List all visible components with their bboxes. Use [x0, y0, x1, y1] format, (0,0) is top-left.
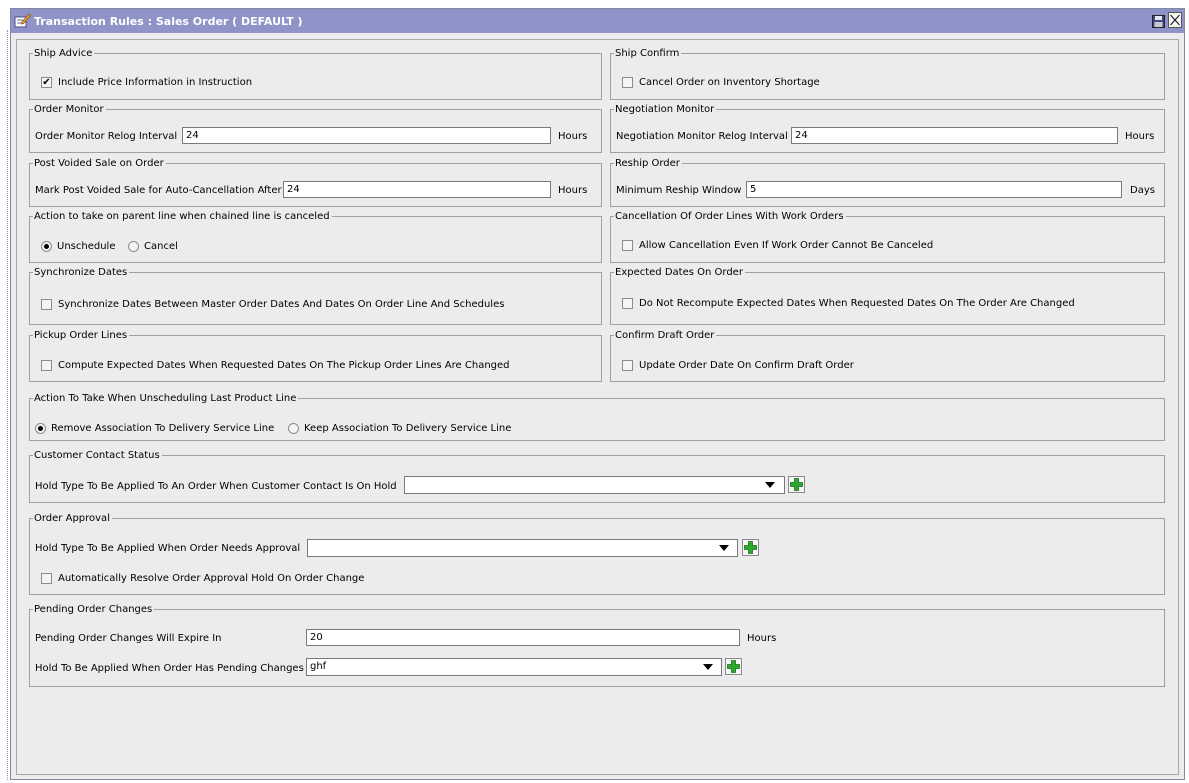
pickup-lines-group: Pickup Order Lines Compute Expected Date… — [29, 329, 602, 382]
allow-cancellation-label: Allow Cancellation Even If Work Order Ca… — [639, 240, 934, 251]
pending-expire-label: Pending Order Changes Will Expire In — [35, 633, 222, 644]
pending-expire-unit: Hours — [747, 633, 777, 644]
ship-confirm-group: Ship Confirm Cancel Order on Inventory S… — [610, 47, 1165, 100]
order-monitor-relog-field[interactable]: 24 — [182, 127, 551, 144]
customer-contact-hold-select[interactable] — [404, 476, 785, 494]
negotiation-monitor-relog-field[interactable]: 24 — [791, 127, 1118, 144]
include-price-label: Include Price Information in Instruction — [58, 77, 253, 88]
include-price-checkbox[interactable]: ✔ — [41, 77, 52, 88]
expected-dates-title: Expected Dates On Order — [614, 266, 745, 279]
cancel-shortage-checkbox[interactable] — [622, 77, 633, 88]
order-approval-title: Order Approval — [33, 512, 112, 525]
reship-window-label: Minimum Reship Window — [616, 185, 742, 196]
remove-association-label: Remove Association To Delivery Service L… — [51, 423, 275, 434]
synchronize-dates-checkbox[interactable] — [41, 299, 52, 310]
order-approval-chevron-down-icon[interactable] — [719, 545, 729, 551]
order-approval-group: Order Approval Hold Type To Be Applied W… — [29, 512, 1165, 595]
unscheduling-last-line-title: Action To Take When Unscheduling Last Pr… — [33, 392, 299, 405]
pending-hold-label: Hold To Be Applied When Order Has Pendin… — [35, 663, 304, 674]
order-monitor-title: Order Monitor — [33, 103, 106, 116]
no-recompute-checkbox[interactable] — [622, 298, 633, 309]
cancellation-work-orders-group: Cancellation Of Order Lines With Work Or… — [610, 210, 1165, 263]
ship-advice-group: Ship Advice ✔ Include Price Information … — [29, 47, 602, 100]
order-approval-add-icon[interactable] — [742, 539, 759, 556]
reship-window-field[interactable]: 5 — [746, 181, 1122, 198]
left-dotted-border — [7, 30, 8, 780]
confirm-draft-group: Confirm Draft Order Update Order Date On… — [610, 329, 1165, 382]
update-order-date-label: Update Order Date On Confirm Draft Order — [639, 360, 854, 371]
negotiation-monitor-relog-label: Negotiation Monitor Relog Interval — [616, 131, 788, 142]
auto-resolve-checkbox[interactable] — [41, 573, 52, 584]
customer-contact-group: Customer Contact Status Hold Type To Be … — [29, 449, 1165, 503]
cancellation-work-orders-title: Cancellation Of Order Lines With Work Or… — [614, 210, 846, 223]
pending-hold-select[interactable]: ghf — [306, 658, 722, 676]
negotiation-monitor-unit: Hours — [1125, 131, 1155, 142]
post-voided-mark-field[interactable]: 24 — [283, 181, 551, 198]
reship-order-group: Reship Order Minimum Reship Window 5 Day… — [610, 157, 1165, 207]
transaction-rules-window: Transaction Rules : Sales Order ( DEFAUL… — [10, 8, 1185, 780]
window-title-bar: Transaction Rules : Sales Order ( DEFAUL… — [11, 9, 1184, 33]
order-monitor-group: Order Monitor Order Monitor Relog Interv… — [29, 103, 602, 153]
expected-dates-group: Expected Dates On Order Do Not Recompute… — [610, 266, 1165, 325]
unscheduling-last-line-group: Action To Take When Unscheduling Last Pr… — [29, 392, 1165, 441]
pickup-lines-title: Pickup Order Lines — [33, 329, 130, 342]
customer-contact-title: Customer Contact Status — [33, 449, 162, 462]
pending-expire-field[interactable]: 20 — [306, 629, 740, 646]
post-voided-mark-label: Mark Post Voided Sale for Auto-Cancellat… — [35, 185, 282, 196]
pending-hold-add-icon[interactable] — [725, 658, 742, 675]
order-approval-hold-label: Hold Type To Be Applied When Order Needs… — [35, 543, 301, 554]
post-voided-title: Post Voided Sale on Order — [33, 157, 166, 170]
no-recompute-label: Do Not Recompute Expected Dates When Req… — [639, 298, 1075, 309]
order-approval-hold-select[interactable] — [307, 539, 738, 557]
ship-confirm-title: Ship Confirm — [614, 47, 682, 60]
allow-cancellation-checkbox[interactable] — [622, 240, 633, 251]
synchronize-dates-group: Synchronize Dates Synchronize Dates Betw… — [29, 266, 602, 325]
edit-document-icon — [14, 13, 32, 31]
post-voided-group: Post Voided Sale on Order Mark Post Void… — [29, 157, 602, 207]
auto-resolve-label: Automatically Resolve Order Approval Hol… — [58, 573, 365, 584]
rules-content-panel: Ship Advice ✔ Include Price Information … — [16, 39, 1179, 775]
window-title: Transaction Rules : Sales Order ( DEFAUL… — [34, 15, 303, 28]
pickup-compute-checkbox[interactable] — [41, 360, 52, 371]
cancel-radio[interactable] — [128, 241, 139, 252]
reship-order-title: Reship Order — [614, 157, 682, 170]
pending-changes-title: Pending Order Changes — [33, 603, 155, 616]
ship-advice-title: Ship Advice — [33, 47, 95, 60]
pending-changes-group: Pending Order Changes Pending Order Chan… — [29, 603, 1165, 687]
keep-association-label: Keep Association To Delivery Service Lin… — [304, 423, 512, 434]
keep-association-radio[interactable] — [288, 423, 299, 434]
customer-contact-chevron-down-icon[interactable] — [765, 482, 775, 488]
pickup-compute-label: Compute Expected Dates When Requested Da… — [58, 360, 510, 371]
order-monitor-relog-label: Order Monitor Relog Interval — [35, 131, 178, 142]
post-voided-unit: Hours — [558, 185, 588, 196]
confirm-draft-title: Confirm Draft Order — [614, 329, 717, 342]
remove-association-radio[interactable] — [35, 423, 46, 434]
cancel-shortage-label: Cancel Order on Inventory Shortage — [639, 77, 820, 88]
customer-contact-add-icon[interactable] — [788, 476, 805, 493]
update-order-date-checkbox[interactable] — [622, 360, 633, 371]
reship-window-unit: Days — [1130, 185, 1155, 196]
negotiation-monitor-group: Negotiation Monitor Negotiation Monitor … — [610, 103, 1165, 153]
parent-line-action-group: Action to take on parent line when chain… — [29, 210, 602, 263]
synchronize-dates-label: Synchronize Dates Between Master Order D… — [58, 299, 505, 310]
parent-line-action-title: Action to take on parent line when chain… — [33, 210, 332, 223]
cancel-label: Cancel — [144, 241, 178, 252]
synchronize-dates-title: Synchronize Dates — [33, 266, 130, 279]
negotiation-monitor-title: Negotiation Monitor — [614, 103, 717, 116]
pending-hold-chevron-down-icon[interactable] — [703, 664, 713, 670]
unschedule-radio[interactable] — [41, 241, 52, 252]
save-icon[interactable] — [1152, 15, 1165, 31]
order-monitor-unit: Hours — [558, 131, 588, 142]
customer-contact-hold-label: Hold Type To Be Applied To An Order When… — [35, 481, 397, 492]
unschedule-label: Unschedule — [57, 241, 116, 252]
close-icon[interactable] — [1168, 12, 1182, 31]
